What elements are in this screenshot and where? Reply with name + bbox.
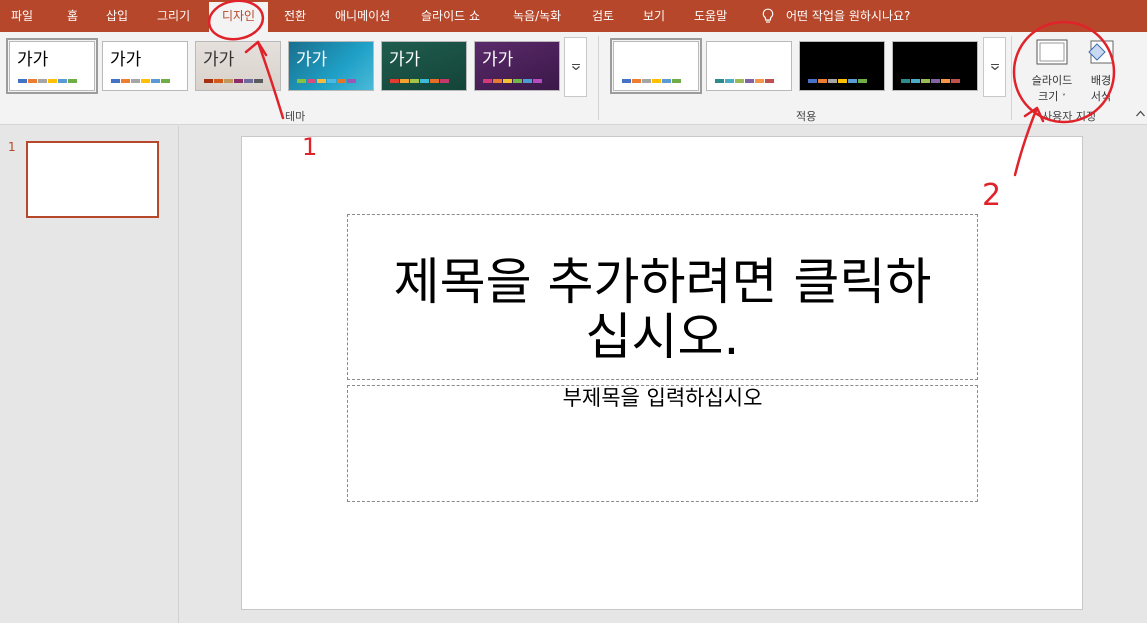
- menu-bar: 파일 홈 삽입 그리기 디자인 전환 애니메이션 슬라이드 쇼 녹음/녹화 검토…: [0, 0, 1147, 32]
- tab-file[interactable]: 파일: [11, 0, 33, 32]
- variant-swatches: [715, 79, 774, 83]
- variant-swatches: [808, 79, 867, 83]
- tab-view[interactable]: 보기: [643, 0, 665, 32]
- tab-design[interactable]: 디자인: [209, 2, 268, 32]
- customize-group-label: 사용자 지정: [1042, 110, 1097, 123]
- theme-swatches: [204, 79, 263, 83]
- theme-ion-teal[interactable]: 가가: [288, 41, 374, 91]
- powerpoint-window: 파일 홈 삽입 그리기 디자인 전환 애니메이션 슬라이드 쇼 녹음/녹화 검토…: [0, 0, 1147, 623]
- title-line-2: 십시오.: [585, 308, 740, 366]
- tab-draw[interactable]: 그리기: [157, 0, 190, 32]
- tab-animations[interactable]: 애니메이션: [335, 0, 390, 32]
- subtitle-placeholder[interactable]: 부제목을 입력하십시오: [347, 385, 978, 502]
- variant-swatches: [901, 79, 960, 83]
- tab-home[interactable]: 홈: [67, 0, 78, 32]
- slide-number: 1: [8, 140, 16, 154]
- tab-insert[interactable]: 삽입: [106, 0, 128, 32]
- theme-office[interactable]: 가가: [102, 41, 188, 91]
- theme-ion-purple[interactable]: 가가: [474, 41, 560, 91]
- chevron-down-icon: [991, 64, 999, 70]
- lightbulb-icon[interactable]: [761, 8, 775, 24]
- slide-thumbnails-pane: 1: [0, 126, 179, 623]
- collapse-ribbon-icon[interactable]: [1136, 110, 1145, 117]
- themes-group-label: 테마: [285, 110, 306, 123]
- tab-record[interactable]: 녹음/녹화: [513, 0, 561, 32]
- format-background-icon: [1088, 40, 1114, 64]
- themes-more-button[interactable]: [564, 37, 587, 97]
- format-background-button[interactable]: 배경 서식: [1084, 34, 1118, 106]
- subtitle-placeholder-text: 부제목을 입력하십시오: [562, 386, 763, 410]
- theme-label: 가가: [389, 50, 421, 70]
- title-placeholder-text: 제목을 추가하려면 클릭하 십시오.: [348, 255, 977, 365]
- variants-more-button[interactable]: [983, 37, 1006, 97]
- group-divider: [1011, 36, 1012, 120]
- group-divider: [598, 36, 599, 120]
- slide-size-label-2: 크기 ˅: [1022, 88, 1082, 104]
- theme-office-light[interactable]: 가가: [6, 38, 98, 94]
- slide-size-button[interactable]: 슬라이드 크기 ˅: [1022, 34, 1082, 106]
- tab-slideshow[interactable]: 슬라이드 쇼: [421, 0, 480, 32]
- theme-swatches: [390, 79, 449, 83]
- slide-size-label-1: 슬라이드: [1031, 74, 1073, 87]
- variant-white-1[interactable]: [610, 38, 702, 94]
- theme-label: 가가: [17, 50, 49, 70]
- slide-thumbnail[interactable]: [26, 141, 159, 218]
- variant-white-2[interactable]: [706, 41, 792, 91]
- theme-label: 가가: [203, 50, 235, 70]
- slide-canvas[interactable]: 제목을 추가하려면 클릭하 십시오. 부제목을 입력하십시오: [241, 136, 1083, 610]
- theme-label: 가가: [482, 50, 514, 70]
- tab-review[interactable]: 검토: [592, 0, 614, 32]
- tab-transitions[interactable]: 전환: [284, 0, 306, 32]
- theme-swatches: [18, 79, 77, 83]
- format-background-label-2: 서식: [1090, 90, 1112, 103]
- slide-size-label-2-text: 크기: [1038, 90, 1059, 103]
- theme-ion-green[interactable]: 가가: [381, 41, 467, 91]
- title-line-1: 제목을 추가하려면 클릭하: [393, 253, 932, 311]
- slide-size-icon: [1036, 39, 1068, 65]
- format-background-label-1: 배경: [1090, 74, 1112, 87]
- tell-me-search[interactable]: 어떤 작업을 원하시나요?: [786, 0, 910, 32]
- theme-label: 가가: [110, 50, 142, 70]
- variant-black-2[interactable]: [892, 41, 978, 91]
- variants-group-label: 적용: [796, 110, 817, 123]
- theme-label: 가가: [296, 50, 328, 70]
- theme-swatches: [483, 79, 542, 83]
- theme-swatches: [111, 79, 170, 83]
- tab-help[interactable]: 도움말: [694, 0, 727, 32]
- variant-black-1[interactable]: [799, 41, 885, 91]
- title-placeholder[interactable]: 제목을 추가하려면 클릭하 십시오.: [347, 214, 978, 380]
- slide-editor-area: 제목을 추가하려면 클릭하 십시오. 부제목을 입력하십시오: [180, 126, 1147, 623]
- ribbon-design: 가가 가가 가가 가가 가가 가가 테마 적용 슬라이드 크기 ˅ 배경 서식 …: [0, 32, 1147, 125]
- theme-swatches: [297, 79, 356, 83]
- variant-swatches: [622, 79, 681, 83]
- theme-facet[interactable]: 가가: [195, 41, 281, 91]
- chevron-down-icon: [572, 64, 580, 70]
- chevron-down-icon: ˅: [1061, 93, 1066, 102]
